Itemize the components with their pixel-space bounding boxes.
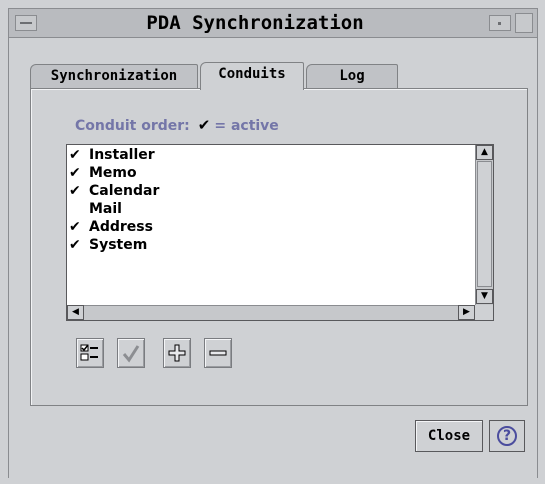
vertical-scroll-thumb[interactable]: [477, 161, 492, 287]
add-conduit-button[interactable]: [163, 338, 191, 368]
list-item[interactable]: ✔ Address: [69, 218, 159, 236]
conduit-items: ✔ Installer ✔ Memo ✔ Calendar Mail ✔ Address…: [69, 146, 159, 254]
horizontal-scrollbar[interactable]: ◀ ▶: [67, 305, 475, 320]
list-item[interactable]: Mail: [69, 200, 159, 218]
pda-sync-window: PDA Synchronization Synchronization Cond…: [0, 0, 545, 484]
window-title: PDA Synchronization: [146, 12, 364, 34]
help-icon: ?: [497, 426, 517, 446]
list-item[interactable]: ✔ Calendar: [69, 182, 159, 200]
list-item[interactable]: ✔ Memo: [69, 164, 159, 182]
item-label: Calendar: [89, 183, 160, 199]
check-icon: ✔: [197, 116, 211, 134]
window-border-left: [8, 38, 9, 478]
item-label: Memo: [89, 165, 137, 181]
window-border-right: [537, 38, 538, 478]
item-label: Address: [89, 219, 153, 235]
scroll-up-arrow-icon[interactable]: ▲: [476, 145, 493, 160]
tab-log[interactable]: Log: [306, 64, 398, 88]
check-icon: ✔: [69, 237, 81, 253]
list-item[interactable]: ✔ Installer: [69, 146, 159, 164]
check-icon: ✔: [69, 183, 81, 199]
window-menu-button[interactable]: [15, 15, 37, 31]
scroll-down-arrow-icon[interactable]: ▼: [476, 289, 493, 304]
conduit-list[interactable]: ✔ Installer ✔ Memo ✔ Calendar Mail ✔ Address…: [66, 144, 494, 321]
legend-text: = active: [214, 118, 279, 134]
scroll-right-arrow-icon[interactable]: ▶: [458, 305, 475, 320]
check-icon: ✔: [69, 219, 81, 235]
maximize-button[interactable]: [515, 13, 533, 33]
help-button[interactable]: ?: [489, 420, 525, 452]
item-label: Installer: [89, 147, 155, 163]
tab-conduits[interactable]: Conduits: [200, 62, 304, 90]
check-icon: ✔: [69, 165, 81, 181]
conduit-order-label: Conduit order: ✔ = active: [75, 116, 279, 134]
vertical-scrollbar[interactable]: ▲ ▼: [475, 145, 493, 305]
close-button[interactable]: Close: [415, 420, 483, 452]
plus-icon: [168, 344, 186, 362]
item-label: Mail: [89, 201, 122, 217]
scroll-left-arrow-icon[interactable]: ◀: [67, 305, 84, 320]
list-item[interactable]: ✔ System: [69, 236, 159, 254]
remove-conduit-button[interactable]: [204, 338, 232, 368]
item-label: System: [89, 237, 148, 253]
check-icon: ✔: [69, 147, 81, 163]
minus-icon: [209, 350, 227, 356]
toggle-active-button[interactable]: [117, 338, 145, 368]
check-icon: [122, 345, 140, 363]
scroll-corner: [475, 305, 493, 320]
tab-synchronization[interactable]: Synchronization: [30, 64, 198, 88]
conduit-order-text: Conduit order:: [75, 118, 190, 134]
checklist-icon: [80, 344, 98, 361]
select-all-button[interactable]: [76, 338, 104, 368]
minimize-button[interactable]: [489, 15, 511, 31]
title-bar[interactable]: PDA Synchronization: [8, 8, 538, 38]
